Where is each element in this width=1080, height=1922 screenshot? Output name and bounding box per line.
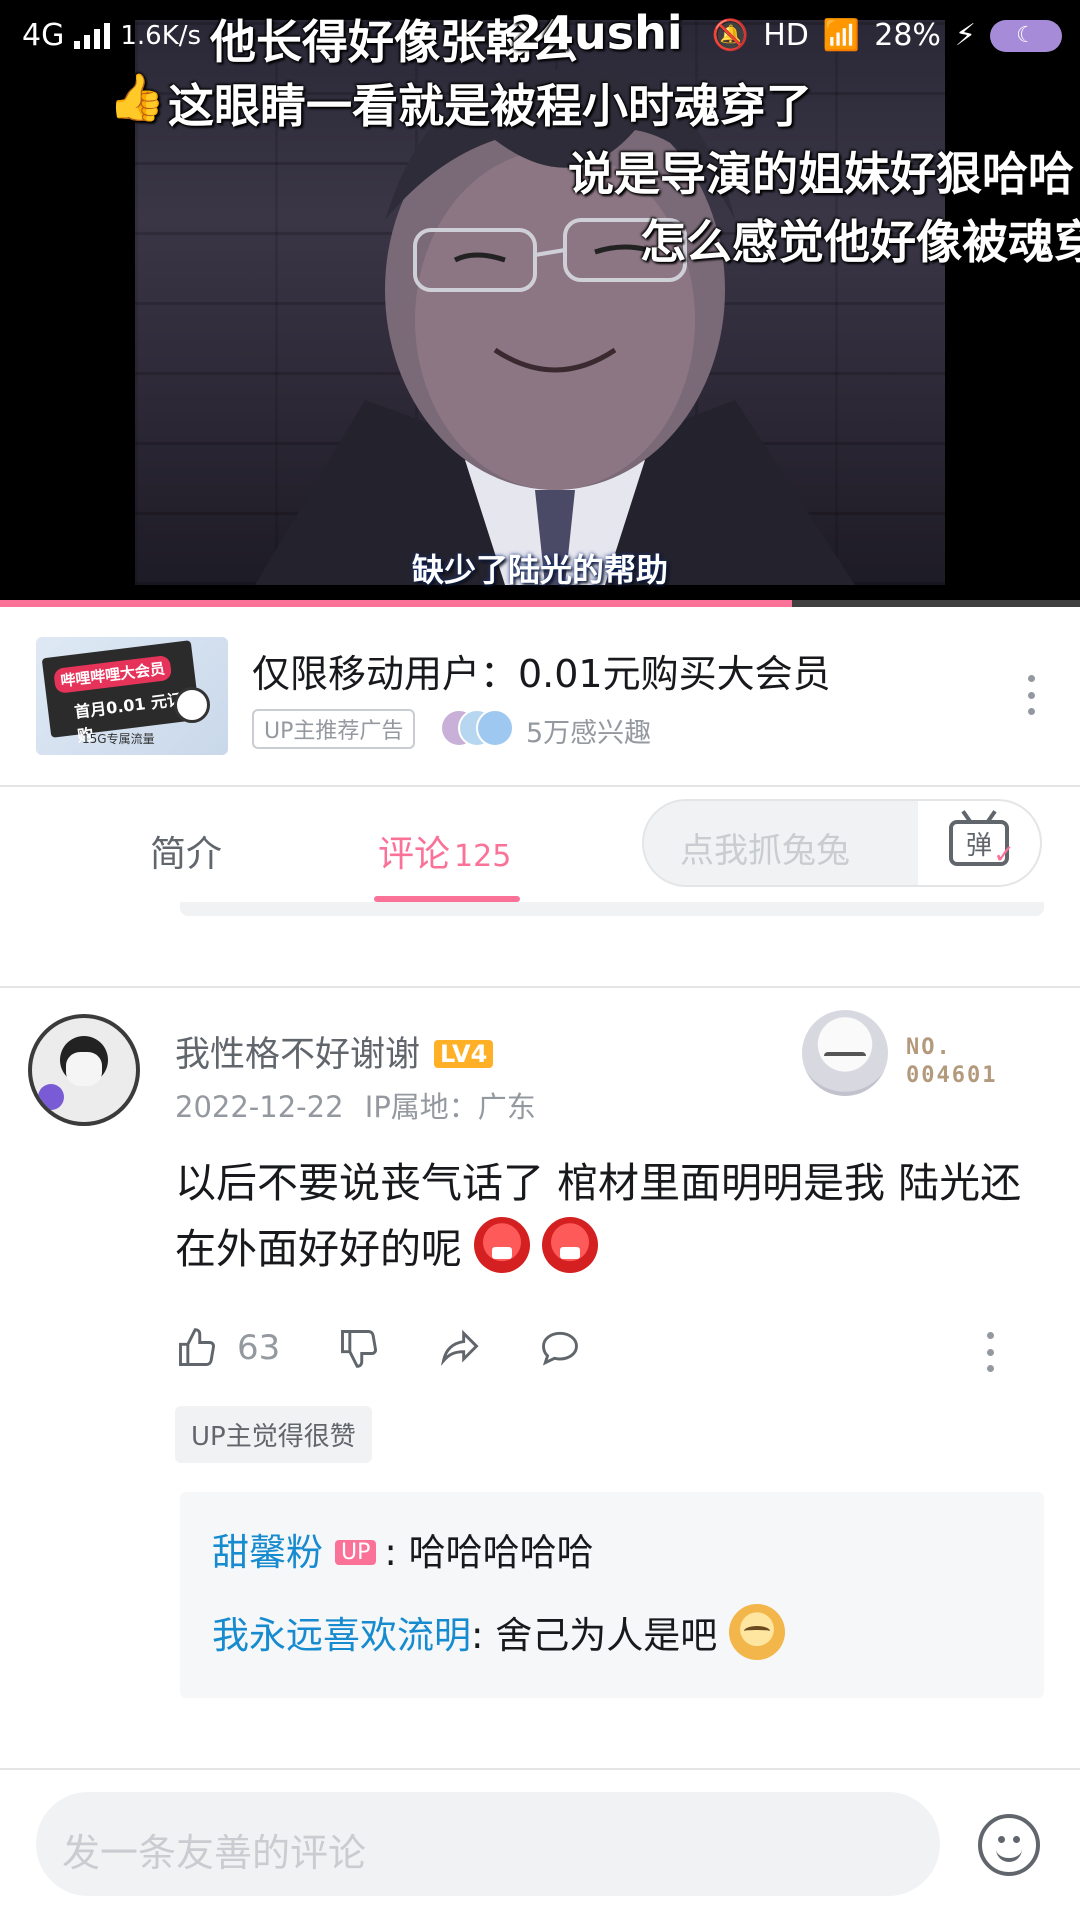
comment-input-bar: 发一条友善的评论 bbox=[0, 1768, 1080, 1922]
angry-emote-icon bbox=[474, 1217, 530, 1273]
signal-icon bbox=[74, 22, 111, 49]
comment-text: 以后不要说丧气话了 棺材里面明明是我 陆光还在外面好好的呢 bbox=[175, 1159, 1022, 1273]
reply-item[interactable]: 我永远喜欢流明: 舍己为人是吧 bbox=[212, 1604, 786, 1660]
stick-figure-icon bbox=[174, 687, 210, 723]
comment-input[interactable]: 发一条友善的评论 bbox=[36, 1792, 940, 1896]
charging-icon: ⚡ bbox=[954, 18, 976, 53]
danmaku-input[interactable]: 点我抓兔兔 弹 ✓ bbox=[642, 799, 1042, 887]
check-icon: ✓ bbox=[993, 840, 1015, 870]
comment-date: 2022-12-22 bbox=[175, 1090, 344, 1124]
danmaku-toggle-button[interactable]: 弹 ✓ bbox=[918, 801, 1040, 885]
ad-more-icon[interactable] bbox=[1026, 675, 1036, 715]
danmaku-comment: 这眼睛一看就是被程小时魂穿了 bbox=[168, 79, 812, 133]
ad-thumbnail-board: 哔哩哔哩大会员 首月0.01 元订购 bbox=[41, 640, 201, 746]
tab-bar: 简介 评论 125 点我抓兔兔 弹 ✓ bbox=[0, 787, 1080, 902]
danmaku-button-label: 弹 bbox=[965, 830, 992, 861]
comment-username[interactable]: 我性格不好谢谢 LV4 bbox=[175, 1026, 494, 1077]
tab-comments[interactable]: 评论 125 bbox=[378, 825, 511, 877]
video-progress-bar[interactable] bbox=[0, 600, 1080, 607]
section-divider bbox=[0, 986, 1080, 988]
wifi-icon: 📶 bbox=[822, 18, 861, 53]
reply-username[interactable]: 甜馨粉 bbox=[212, 1531, 323, 1574]
ad-interest-count: 5万感兴趣 bbox=[526, 718, 652, 749]
danmaku-placeholder: 点我抓兔兔 bbox=[680, 831, 850, 871]
thumbs-down-icon bbox=[337, 1326, 381, 1370]
tab-comments-label: 评论 bbox=[378, 834, 451, 875]
ad-card[interactable]: 哔哩哔哩大会员 首月0.01 元订购 15G专属流量 仅限移动用户：0.01元购… bbox=[0, 607, 1080, 787]
comment-ip: IP属地：广东 bbox=[364, 1090, 536, 1124]
avatar[interactable] bbox=[28, 1014, 140, 1126]
comment-count: 125 bbox=[454, 839, 512, 874]
up-liked-badge: UP主觉得很赞 bbox=[175, 1406, 372, 1463]
network-speed: 1.6K/s bbox=[120, 20, 202, 51]
like-button[interactable]: 63 bbox=[175, 1326, 280, 1370]
interest-avatars bbox=[440, 709, 514, 747]
night-mode-icon: ☾ bbox=[990, 19, 1062, 52]
emoji-icon[interactable] bbox=[978, 1814, 1040, 1876]
reply-item[interactable]: 甜馨粉 UP : 哈哈哈哈哈 bbox=[212, 1522, 594, 1576]
ad-title[interactable]: 仅限移动用户：0.01元购买大会员 bbox=[252, 643, 831, 698]
thumbs-up-icon: 👍 bbox=[108, 70, 166, 124]
fan-badge[interactable]: NO. 004601 bbox=[790, 1010, 1020, 1110]
collapsed-panel-edge bbox=[180, 902, 1044, 916]
reply-username[interactable]: 我永远喜欢流明 bbox=[212, 1614, 471, 1657]
reply-text: : 舍己为人是吧 bbox=[471, 1614, 718, 1657]
danmaku-comment: 24ushi bbox=[510, 6, 683, 60]
doge-emote-icon bbox=[729, 1604, 786, 1660]
comment-body[interactable]: 以后不要说丧气话了 棺材里面明明是我 陆光还在外面好好的呢 bbox=[175, 1150, 1035, 1282]
share-button[interactable] bbox=[437, 1326, 483, 1370]
hd-label: HD bbox=[763, 18, 809, 53]
video-progress-fill bbox=[0, 600, 792, 607]
thumbs-up-icon bbox=[175, 1326, 219, 1370]
danmaku-tv-icon: 弹 ✓ bbox=[949, 820, 1015, 870]
comment-meta: 2022-12-22 IP属地：广东 bbox=[175, 1084, 536, 1126]
username-text: 我性格不好谢谢 bbox=[175, 1035, 421, 1075]
tab-intro[interactable]: 简介 bbox=[150, 825, 222, 877]
danmaku-comment: 怎么感觉他好像被魂穿 bbox=[640, 215, 1080, 269]
like-count: 63 bbox=[237, 1328, 281, 1368]
fan-badge-number: NO. 004601 bbox=[906, 1035, 998, 1088]
comment-more-icon[interactable] bbox=[985, 1332, 995, 1372]
video-subtitle: 缺少了陆光的帮助 bbox=[411, 551, 668, 589]
up-tag: UP bbox=[335, 1540, 377, 1565]
fan-badge-character-icon bbox=[802, 1010, 888, 1096]
reply-preview[interactable]: 甜馨粉 UP : 哈哈哈哈哈 我永远喜欢流明: 舍己为人是吧 bbox=[180, 1492, 1044, 1698]
ad-tag: UP主推荐广告 bbox=[252, 709, 416, 749]
danmaku-comment: 说是导演的姐妹好狠哈哈 bbox=[568, 147, 1074, 201]
ad-thumbnail-text: 15G专属流量 bbox=[82, 732, 155, 746]
reply-text: : 哈哈哈哈哈 bbox=[384, 1531, 594, 1574]
dislike-button[interactable] bbox=[337, 1326, 381, 1370]
ad-thumbnail[interactable]: 哔哩哔哩大会员 首月0.01 元订购 15G专属流量 bbox=[36, 637, 228, 755]
comment-input-placeholder: 发一条友善的评论 bbox=[62, 1831, 367, 1875]
comment-actions: 63 bbox=[175, 1326, 1035, 1386]
level-badge: LV4 bbox=[434, 1040, 494, 1068]
video-player[interactable]: 4G 1.6K/s 🔕 HD 📶 28% ⚡ ☾ 他长得好像张翰么 24ushi… bbox=[0, 0, 1080, 607]
share-icon bbox=[437, 1326, 483, 1370]
reply-bubble-icon bbox=[537, 1326, 583, 1370]
mute-icon: 🔕 bbox=[711, 18, 750, 53]
battery-level: 28% bbox=[874, 18, 941, 53]
comment-item: 我性格不好谢谢 LV4 2022-12-22 IP属地：广东 NO. 004601… bbox=[0, 990, 1080, 1770]
angry-emote-icon bbox=[542, 1217, 598, 1273]
network-type: 4G bbox=[22, 18, 65, 53]
reply-button[interactable] bbox=[537, 1326, 583, 1370]
